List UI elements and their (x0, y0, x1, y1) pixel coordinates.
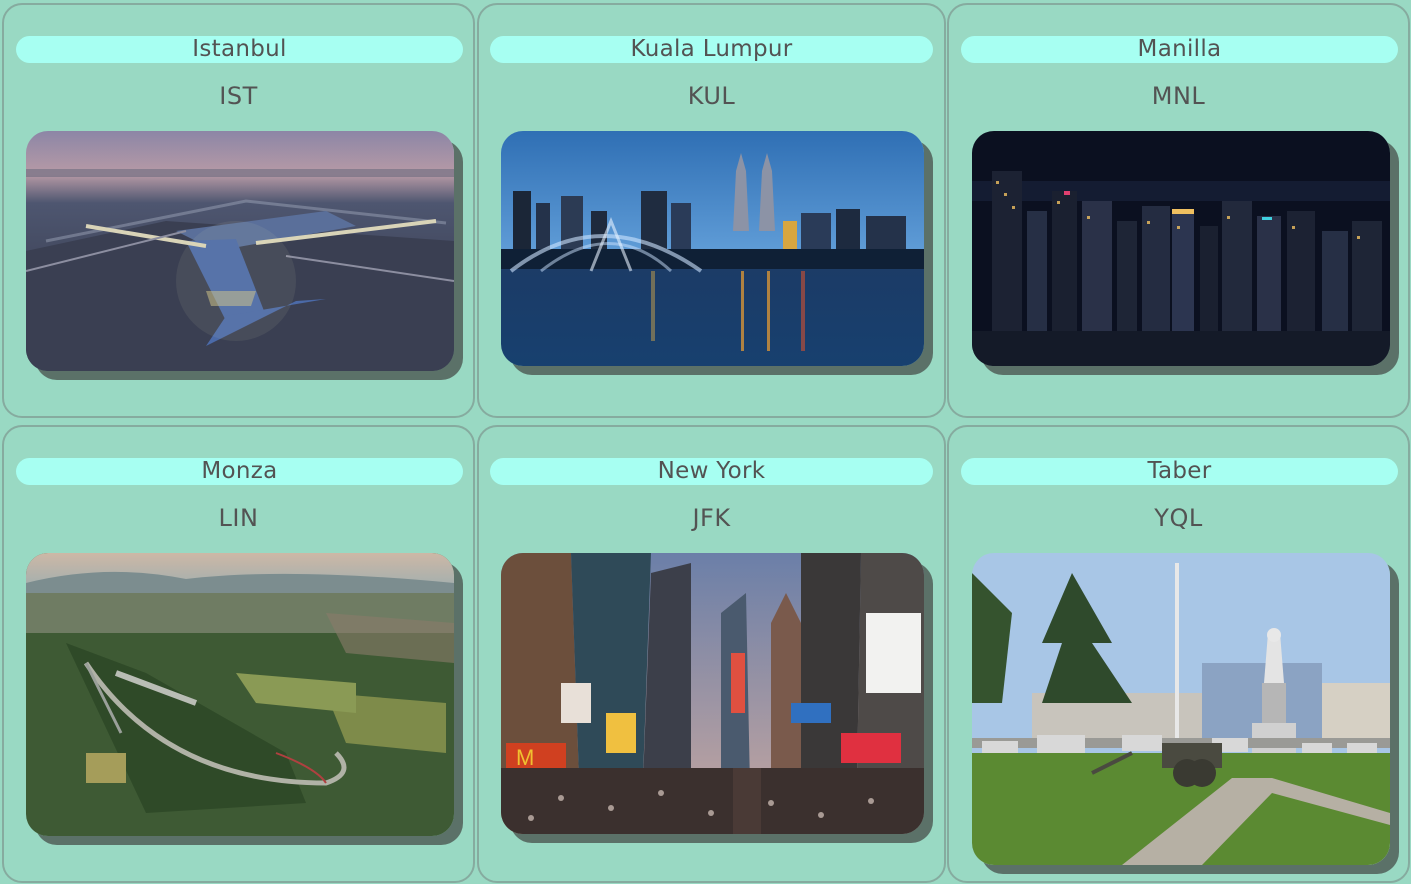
city-name: Kuala Lumpur (490, 36, 933, 63)
airport-code: JFK (692, 504, 731, 532)
destination-grid: Istanbul IST Kuala Lumpur KUL Manilla MN… (0, 0, 1411, 884)
city-name: New York (490, 458, 933, 485)
city-name: Monza (16, 458, 463, 485)
kuala-lumpur-skyline-photo (501, 131, 924, 366)
destination-card-istanbul[interactable]: Istanbul IST (2, 3, 475, 418)
destination-card-taber[interactable]: Taber YQL (947, 425, 1410, 883)
airport-code: KUL (687, 82, 736, 110)
destination-card-monza[interactable]: Monza LIN (2, 425, 475, 883)
istanbul-airport-aerial-photo (26, 131, 454, 371)
taber-town-park-photo (972, 553, 1390, 865)
airport-code: IST (219, 82, 258, 110)
destination-card-manilla[interactable]: Manilla MNL (947, 3, 1410, 418)
destination-card-new-york[interactable]: New York JFK M (477, 425, 946, 883)
destination-card-kuala-lumpur[interactable]: Kuala Lumpur KUL (477, 3, 946, 418)
city-name: Taber (961, 458, 1398, 485)
times-square-photo: M (501, 553, 924, 834)
manila-night-skyline-photo (972, 131, 1390, 366)
svg-text:M: M (516, 745, 534, 770)
airport-code: LIN (218, 504, 259, 532)
monza-circuit-aerial-photo (26, 553, 454, 836)
airport-code: YQL (1154, 504, 1203, 532)
city-name: Manilla (961, 36, 1398, 63)
airport-code: MNL (1151, 82, 1206, 110)
city-name: Istanbul (16, 36, 463, 63)
